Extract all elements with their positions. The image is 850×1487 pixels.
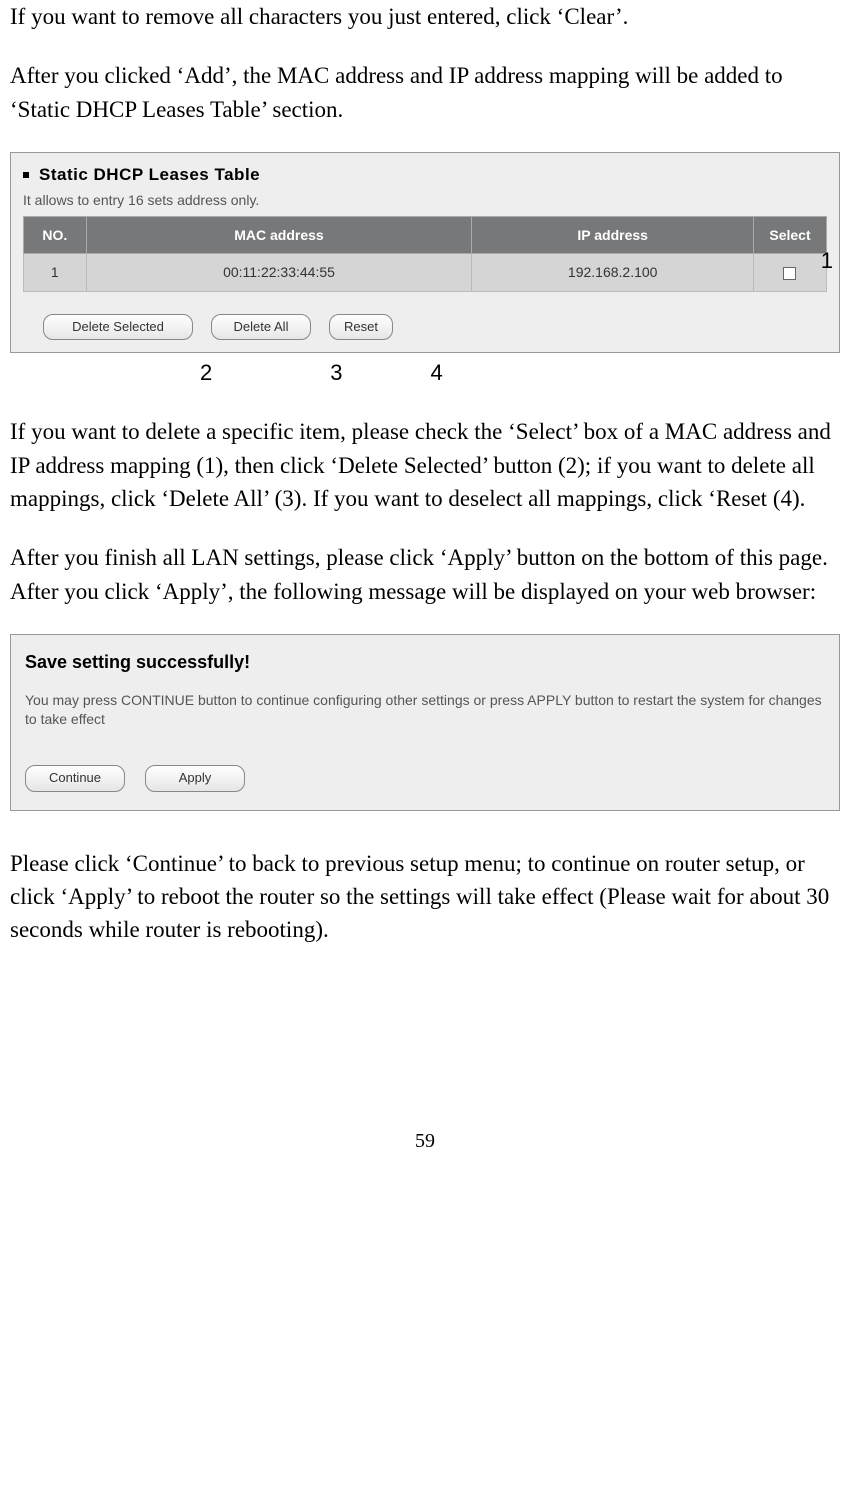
paragraph-apply: After you finish all LAN settings, pleas… [10, 541, 840, 608]
callout-4: 4 [431, 357, 443, 389]
table-header-row: NO. MAC address IP address Select [24, 216, 827, 253]
callout-1: 1 [821, 245, 833, 277]
cell-ip: 192.168.2.100 [472, 254, 754, 291]
bullet-icon [23, 172, 29, 178]
continue-button[interactable]: Continue [25, 765, 125, 792]
cell-no: 1 [24, 254, 87, 291]
delete-selected-button[interactable]: Delete Selected [43, 314, 193, 341]
apply-button[interactable]: Apply [145, 765, 245, 792]
page-number: 59 [10, 1127, 840, 1156]
callout-3: 3 [330, 357, 342, 389]
dhcp-button-row: Delete Selected Delete All Reset [23, 314, 827, 341]
dhcp-panel-title: Static DHCP Leases Table [39, 163, 260, 188]
callout-2: 2 [200, 357, 212, 389]
save-panel-buttons: Continue Apply [25, 765, 825, 792]
cell-select [753, 254, 826, 291]
paragraph-continue: Please click ‘Continue’ to back to previ… [10, 847, 840, 947]
dhcp-panel-subtitle: It allows to entry 16 sets address only. [23, 190, 827, 210]
header-no: NO. [24, 216, 87, 253]
header-mac: MAC address [86, 216, 472, 253]
save-panel-message: You may press CONTINUE button to continu… [25, 691, 825, 729]
save-panel: Save setting successfully! You may press… [10, 634, 840, 811]
delete-all-button[interactable]: Delete All [211, 314, 311, 341]
dhcp-table: NO. MAC address IP address Select 1 00:1… [23, 216, 827, 292]
table-row: 1 00:11:22:33:44:55 192.168.2.100 [24, 254, 827, 291]
cell-mac: 00:11:22:33:44:55 [86, 254, 472, 291]
reset-button[interactable]: Reset [329, 314, 393, 341]
dhcp-leases-panel: Static DHCP Leases Table It allows to en… [10, 152, 840, 353]
paragraph-clear: If you want to remove all characters you… [10, 0, 840, 33]
save-panel-title: Save setting successfully! [25, 649, 825, 675]
header-select: Select [753, 216, 826, 253]
select-checkbox[interactable] [783, 267, 796, 280]
callout-row: 2 3 4 [10, 357, 840, 389]
header-ip: IP address [472, 216, 754, 253]
paragraph-add: After you clicked ‘Add’, the MAC address… [10, 59, 840, 126]
paragraph-delete: If you want to delete a specific item, p… [10, 415, 840, 515]
